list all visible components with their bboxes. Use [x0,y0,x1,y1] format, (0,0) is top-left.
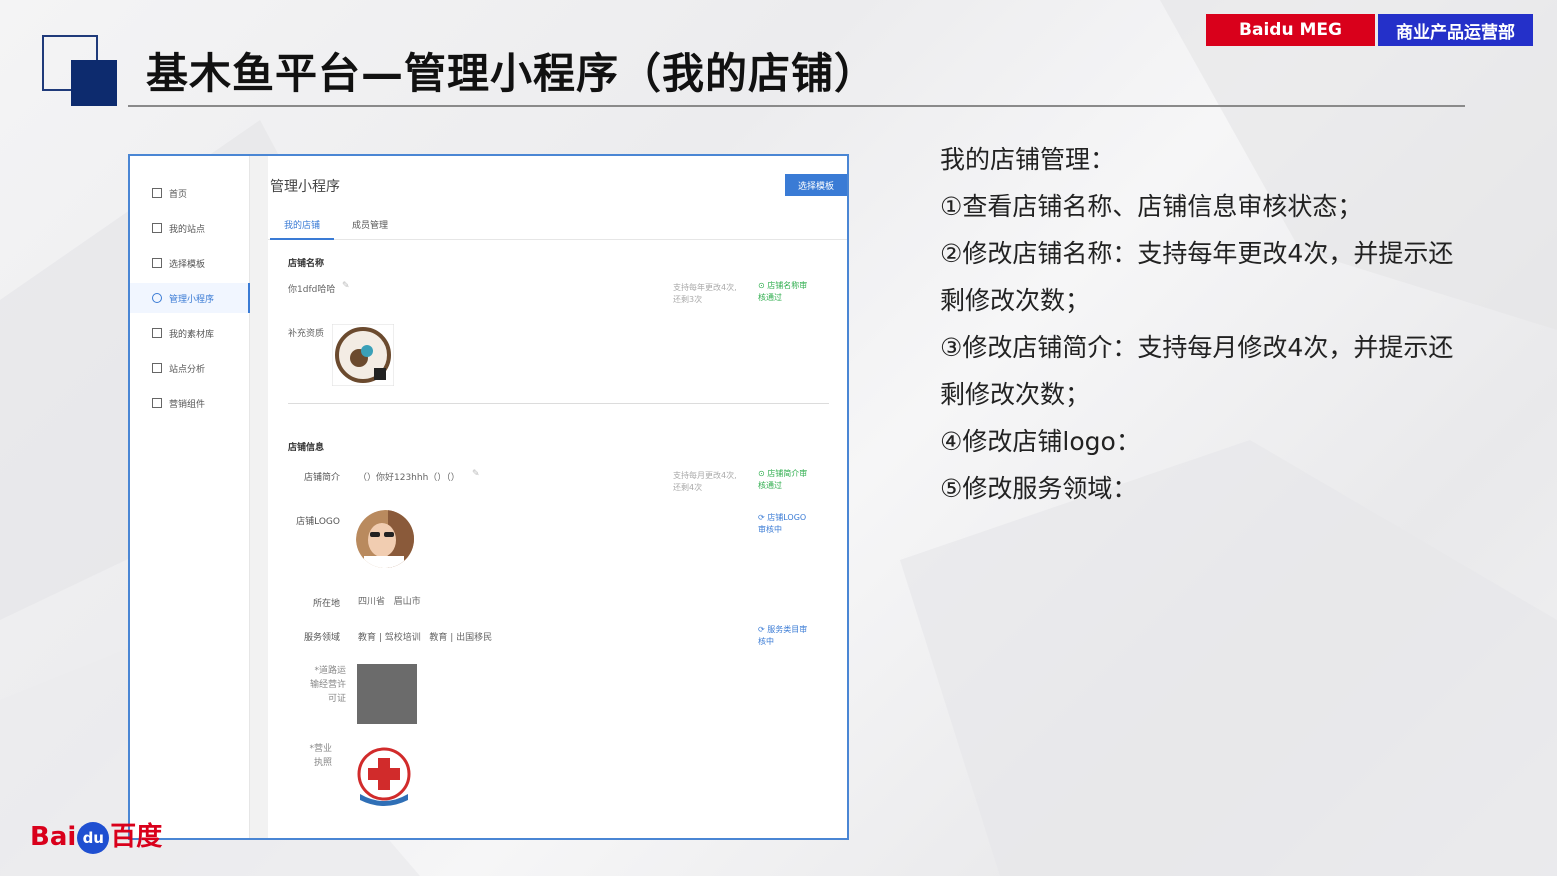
paw-icon: du [77,821,110,854]
description-line: 剩修改次数； [940,286,1091,315]
license-label: *营业执照 [309,744,332,768]
sidebar-item-templates[interactable]: 选择模板 [130,248,250,278]
description-heading: 我的店铺管理： [940,145,1116,174]
template-icon [152,258,162,268]
title-rule [128,105,1465,107]
description-line: ②修改店铺名称：支持每年更改4次，并提示还 [940,239,1454,268]
service-status: ⟳ 服务类目审核中 [758,625,808,646]
sidebar-item-materials[interactable]: 我的素材库 [130,318,250,348]
intro-label: 店铺简介 [303,473,340,483]
logo-status: ⟳ 店铺LOGO审核中 [758,513,807,534]
baidu-meg-badge: Baidu MEG [1206,14,1375,46]
sidebar-item-marketing[interactable]: 营销组件 [130,388,250,418]
logo-status-text: 店铺LOGO审核中 [758,513,807,534]
choose-template-button[interactable]: 选择模板 [785,174,847,196]
sidebar: 首页 我的站点 选择模板 管理小程序 我的素材库 站点分析 营销组件 [130,156,250,838]
section-divider [288,403,829,404]
edit-icon[interactable]: ✎ [472,469,480,479]
tab-members[interactable]: 成员管理 [352,218,388,231]
department-badge: 商业产品运营部 [1378,14,1533,46]
brand-text-cn: 百度 [110,822,163,852]
license-image[interactable] [354,746,414,806]
service-label: 服务领域 [303,633,340,643]
main-panel: 管理小程序 选择模板 我的店铺 成员管理 店铺名称 你1dfd哈哈 ✎ 支持每年… [268,156,847,838]
description-line: ⑤修改服务领域： [940,474,1138,503]
baidu-logo: Bai du 百度 [30,816,162,854]
brand-text-bai: Bai [30,822,77,852]
intro-status: ⊙ 店铺简介审核通过 [758,469,808,490]
sidebar-item-label: 站点分析 [169,364,206,375]
slide-title: 基木鱼平台—管理小程序（我的店铺） [146,49,878,98]
sidebar-item-label: 营销组件 [169,399,206,410]
tab-bar: 我的店铺 成员管理 [268,210,847,240]
home-icon [152,188,162,198]
store-logo-photo[interactable] [356,510,414,568]
logo-label: 店铺LOGO [296,517,340,527]
settings-icon [152,293,162,303]
sidebar-item-label: 首页 [169,189,188,200]
service-value: 教育 | 驾校培训 教育 | 出国移民 [358,633,493,643]
embedded-screenshot: 首页 我的站点 选择模板 管理小程序 我的素材库 站点分析 营销组件 管理小程序… [128,154,849,840]
sidebar-item-label: 我的站点 [169,224,206,235]
sidebar-item-label: 我的素材库 [169,329,215,340]
content-gutter [250,156,268,838]
sidebar-item-label: 管理小程序 [169,294,215,305]
page-title: 管理小程序 [270,179,340,195]
sidebar-item-label: 选择模板 [169,259,206,270]
description-line: ①查看店铺名称、店铺信息审核状态； [940,192,1363,221]
store-name-value: 你1dfd哈哈 [288,285,336,295]
store-info-section-title: 店铺信息 [288,443,325,453]
supplement-label: 补充资质 [288,329,325,339]
edit-icon[interactable]: ✎ [342,281,350,291]
store-name-section-title: 店铺名称 [288,259,325,269]
permit-label: *道路运输经营许可证 [309,666,346,704]
store-name-status-text: 店铺名称审核通过 [758,281,808,302]
active-tab-indicator [270,238,334,240]
intro-value: （）你好123hhh（）（） [358,473,460,483]
sidebar-item-manage-mini-program[interactable]: 管理小程序 [130,283,250,313]
sidebar-item-my-sites[interactable]: 我的站点 [130,213,250,243]
location-value: 四川省 眉山市 [358,597,421,607]
decorative-square-fill [71,60,117,106]
description-line: ④修改店铺logo： [940,427,1141,456]
description-line: 剩修改次数； [940,380,1091,409]
location-label: 所在地 [312,599,340,609]
sidebar-item-home[interactable]: 首页 [130,178,250,208]
site-icon [152,223,162,233]
component-icon [152,398,162,408]
service-status-text: 服务类目审核中 [758,625,808,646]
permit-image[interactable] [357,664,417,724]
store-logo-image[interactable] [332,324,394,386]
intro-status-text: 店铺简介审核通过 [758,469,808,490]
intro-hint: 支持每月更改4次,还剩4次 [673,471,737,492]
image-icon [152,328,162,338]
sidebar-item-analytics[interactable]: 站点分析 [130,353,250,383]
description-panel: 我的店铺管理： ①查看店铺名称、店铺信息审核状态； ②修改店铺名称：支持每年更改… [940,136,1500,512]
tab-my-store[interactable]: 我的店铺 [284,218,320,231]
chart-icon [152,363,162,373]
store-name-hint: 支持每年更改4次,还剩3次 [673,283,737,304]
store-name-status: ⊙ 店铺名称审核通过 [758,281,808,302]
description-line: ③修改店铺简介：支持每月修改4次，并提示还 [940,333,1454,362]
